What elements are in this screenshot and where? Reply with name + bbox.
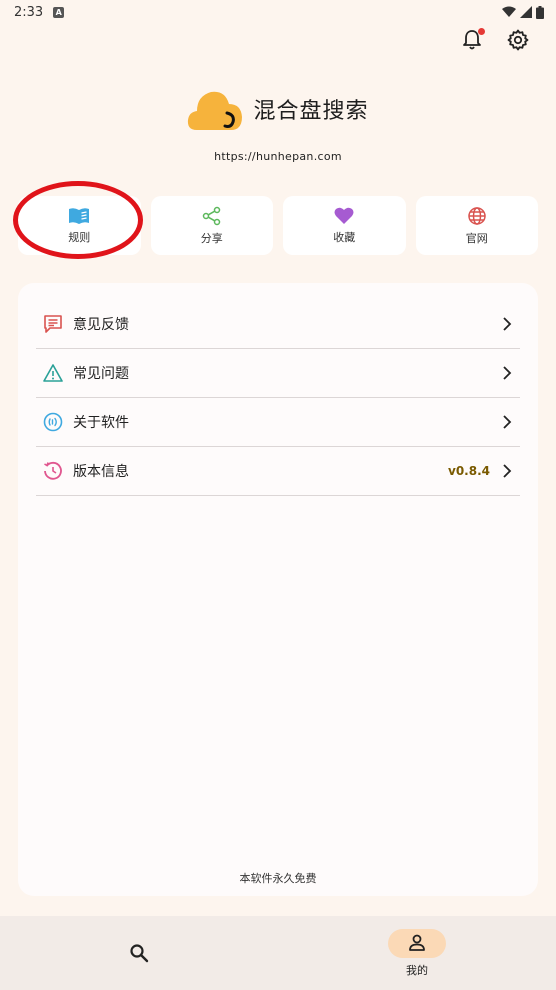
- menu-item-feedback[interactable]: 意见反馈: [36, 300, 520, 349]
- menu-item-version[interactable]: 版本信息 v0.8.4: [36, 447, 520, 496]
- quick-action-share[interactable]: 分享: [150, 196, 273, 255]
- menu-item-about[interactable]: 关于软件: [36, 398, 520, 447]
- menu-panel: 意见反馈 常见问题 关于软件 版本信息 v0.8.4 本软件永久免费: [18, 283, 538, 896]
- quick-action-label: 分享: [200, 231, 223, 245]
- share-icon: [202, 206, 220, 225]
- heart-icon: [334, 207, 354, 224]
- quick-action-favorites[interactable]: 收藏: [283, 196, 406, 255]
- chevron-right-icon: [503, 317, 512, 331]
- chevron-right-icon: [503, 415, 512, 429]
- menu-item-label: 版本信息: [73, 464, 129, 480]
- quick-action-label: 官网: [465, 231, 488, 245]
- chevron-right-icon: [503, 366, 512, 380]
- nav-mine[interactable]: 我的: [278, 916, 556, 990]
- brand-header: 混合盘搜索 https://hunhepan.com: [0, 86, 556, 163]
- gear-icon: [507, 29, 529, 51]
- cloud-logo-icon: [188, 91, 243, 130]
- warning-icon: [43, 363, 63, 383]
- menu-item-label: 常见问题: [73, 366, 129, 382]
- book-icon: [69, 207, 90, 224]
- battery-icon: [536, 5, 544, 19]
- website-url: https://hunhepan.com: [214, 150, 342, 163]
- person-icon: [409, 934, 425, 951]
- quick-action-website[interactable]: 官网: [415, 196, 538, 255]
- quick-actions: 规则 分享 收藏 官网: [18, 196, 538, 255]
- quick-action-label: 收藏: [333, 230, 356, 244]
- notification-dot: [478, 28, 485, 35]
- nav-label: 我的: [406, 963, 428, 977]
- wifi-icon: [502, 6, 516, 17]
- info-circle-icon: [43, 412, 63, 432]
- quick-action-label: 规则: [68, 230, 91, 244]
- menu-item-faq[interactable]: 常见问题: [36, 349, 520, 398]
- search-icon: [130, 944, 149, 963]
- nav-search[interactable]: [0, 916, 278, 990]
- menu-item-label: 意见反馈: [73, 317, 129, 333]
- history-icon: [43, 461, 63, 481]
- status-time: 2:33: [14, 4, 44, 20]
- nav-active-indicator: [388, 928, 446, 958]
- quick-action-rules[interactable]: 规则: [18, 196, 141, 255]
- globe-icon: [468, 206, 486, 225]
- status-app-icon: A: [53, 6, 65, 18]
- chevron-right-icon: [503, 464, 512, 478]
- menu-item-label: 关于软件: [73, 415, 129, 431]
- signal-icon: [520, 6, 532, 18]
- settings-button[interactable]: [506, 28, 530, 52]
- app-title: 混合盘搜索: [253, 99, 369, 124]
- bottom-navigation: 我的: [0, 916, 556, 990]
- free-software-note: 本软件永久免费: [239, 872, 317, 885]
- feedback-icon: [43, 314, 63, 334]
- version-number: v0.8.4: [448, 464, 490, 478]
- status-bar: 2:33 A: [0, 0, 556, 24]
- notification-bell-button[interactable]: [460, 28, 485, 52]
